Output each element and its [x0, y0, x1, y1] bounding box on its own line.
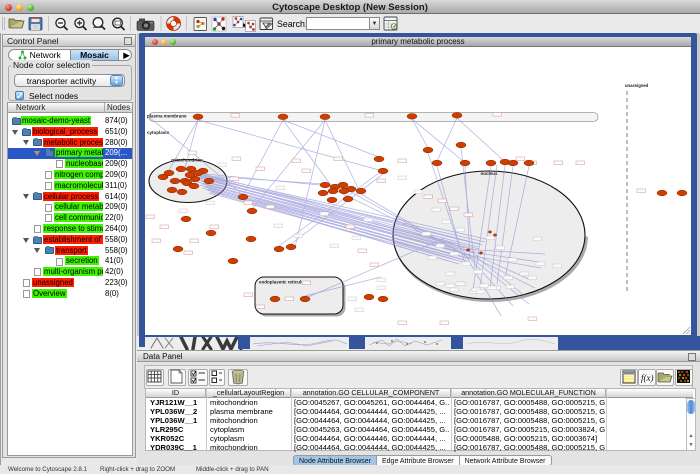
svg-text:f(x): f(x): [641, 373, 654, 383]
svg-text:unassigned: unassigned: [625, 83, 649, 88]
svg-text:endoplasmic reticulum: endoplasmic reticulum: [259, 280, 308, 285]
svg-text:plasma membrane: plasma membrane: [147, 114, 187, 119]
